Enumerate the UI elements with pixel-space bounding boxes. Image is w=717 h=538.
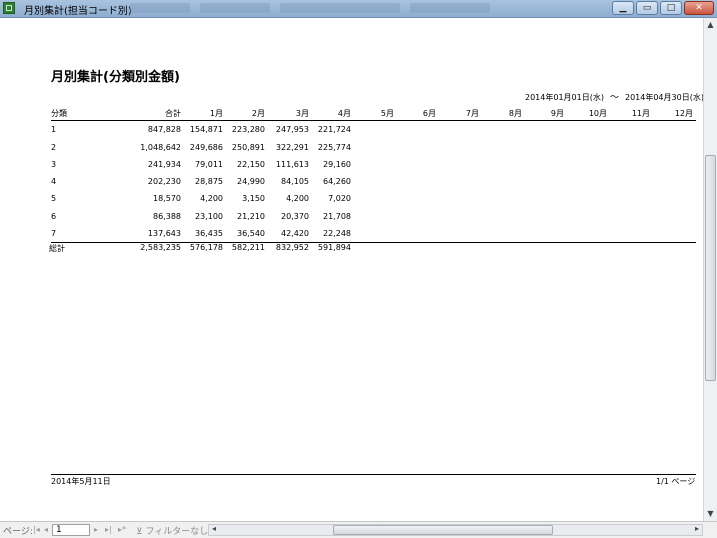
date-from: 2014年01月01日(水) [525,93,604,102]
header-divider [51,120,696,121]
title-bar-tabs [130,3,600,14]
row-category: 6 [51,212,57,221]
row-category: 7 [51,229,57,238]
minimize-button[interactable]: ▁ [612,1,634,15]
scroll-left-arrow-icon[interactable]: ◂ [212,524,216,533]
table-cell: 64,260 [323,177,351,186]
column-header: 12月 [674,109,693,118]
page-number-input[interactable]: 1 [52,524,90,536]
footer-date: 2014年5月11日 [51,477,111,486]
filter-label: フィルターなし [145,527,209,537]
grand-total-label: 総計 [49,244,65,253]
new-record-icon[interactable]: ▸* [118,525,126,534]
date-to: 2014年04月30日(水) [624,93,704,102]
window-title: 月別集計(担当コード別) [24,6,132,17]
row-category: 3 [51,160,57,169]
page-label: ページ: [3,527,33,537]
access-report-icon [3,2,15,14]
filter-toggle-button[interactable]: ⊻ フィルターなし [136,524,208,537]
row-category: 4 [51,177,57,186]
footer-page-number: 1/1 ページ [656,477,696,486]
horizontal-scroll-thumb[interactable] [333,525,553,535]
row-category: 5 [51,194,57,203]
prev-page-icon[interactable]: ◂ [44,525,48,534]
table-cell: 221,724 [317,125,351,134]
minimize-icon: ▁ [619,3,627,13]
blurred-tab[interactable] [280,3,400,13]
vertical-scrollbar[interactable]: ▲ ▼ [703,18,717,521]
column-header: 分類 [51,109,67,118]
table-cell: 29,160 [323,160,351,169]
grand-total-cell: 591,894 [317,243,351,252]
total-divider [51,242,696,243]
close-icon: ✕ [695,3,703,13]
restore-window-button[interactable]: ▭ [636,1,658,15]
scroll-right-arrow-icon[interactable]: ▸ [695,524,699,533]
vertical-scroll-thumb[interactable] [705,155,716,381]
date-range: 2014年01月01日(水) ～ 2014年04月30日(水) [525,90,704,103]
table-cell: 22,248 [323,229,351,238]
blurred-tab[interactable] [410,3,490,13]
last-page-icon[interactable]: ▸| [105,525,112,534]
row-category: 2 [51,143,57,152]
report-title: 月別集計(分類別金額) [51,70,180,85]
footer-divider [51,474,696,475]
row-category: 1 [51,125,57,134]
maximize-button[interactable]: □ [660,1,682,15]
table-cell: 7,020 [328,194,351,203]
scroll-down-arrow-icon[interactable]: ▼ [704,507,717,521]
close-button[interactable]: ✕ [684,1,714,15]
record-navigation-bar: ページ: |◂ ◂ 1 ▸ ▸| ▸* ⊻ フィルターなし ◂ ▸ [0,521,717,538]
date-tilde: ～ [609,93,619,103]
table-cell: 225,774 [317,143,351,152]
horizontal-scrollbar[interactable]: ◂ ▸ [208,524,703,536]
first-page-icon[interactable]: |◂ [33,525,40,534]
blurred-tab[interactable] [130,3,190,13]
restore-icon: ▭ [642,3,652,13]
next-page-icon[interactable]: ▸ [94,525,98,534]
blurred-tab[interactable] [200,3,270,13]
table-cell: 21,708 [323,212,351,221]
maximize-icon: □ [666,3,676,13]
filter-icon: ⊻ [136,527,143,537]
window-title-bar: 月別集計(担当コード別) ▁ ▭ □ ✕ [0,0,717,18]
scroll-up-arrow-icon[interactable]: ▲ [704,18,717,32]
